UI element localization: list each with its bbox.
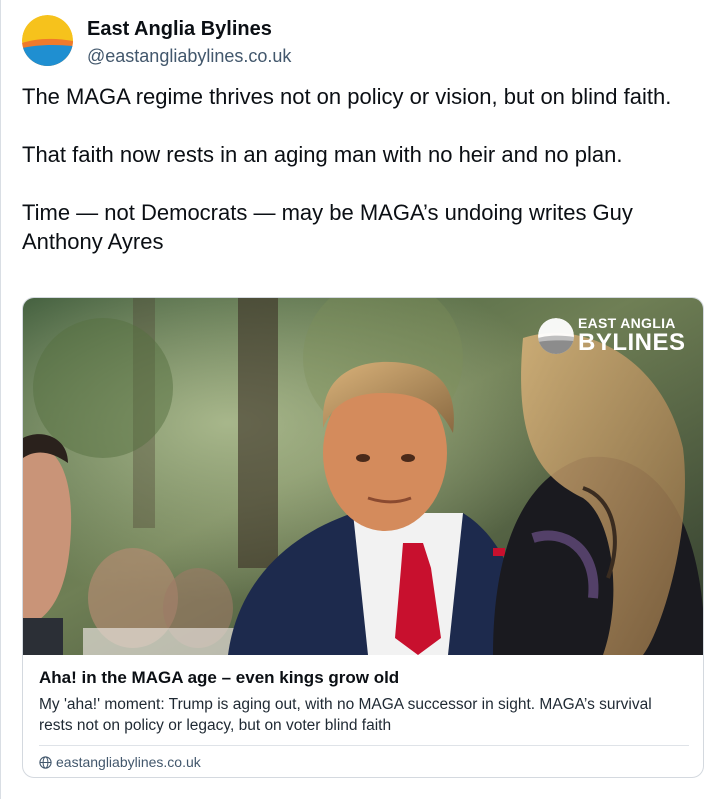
avatar[interactable] [22, 15, 73, 66]
card-domain-row[interactable]: eastangliabylines.co.uk [39, 754, 687, 770]
card-domain[interactable]: eastangliabylines.co.uk [56, 754, 201, 770]
watermark-line2: BYLINES [578, 329, 686, 356]
card-description: My 'aha!' moment: Trump is aging out, wi… [39, 696, 652, 734]
card-image: EAST ANGLIA BYLINES [23, 298, 703, 655]
post-text: The MAGA regime thrives not on policy or… [22, 84, 672, 254]
thread-divider [0, 0, 1, 799]
card-title[interactable]: Aha! in the MAGA age – even kings grow o… [39, 666, 687, 689]
card-divider [39, 745, 689, 746]
sunrise-logo-icon [22, 15, 73, 66]
image-watermark: EAST ANGLIA BYLINES [538, 316, 686, 355]
author-handle[interactable]: @eastangliabylines.co.uk [87, 44, 291, 68]
watermark-logo-icon [538, 317, 574, 354]
watermark-line1: EAST ANGLIA [578, 315, 676, 331]
globe-icon [39, 755, 52, 769]
post-header: East Anglia Bylines @eastangliabylines.c… [22, 15, 291, 68]
link-preview-card[interactable]: EAST ANGLIA BYLINES Aha! in the MAGA age… [22, 297, 704, 778]
author-display-name[interactable]: East Anglia Bylines [87, 17, 291, 41]
